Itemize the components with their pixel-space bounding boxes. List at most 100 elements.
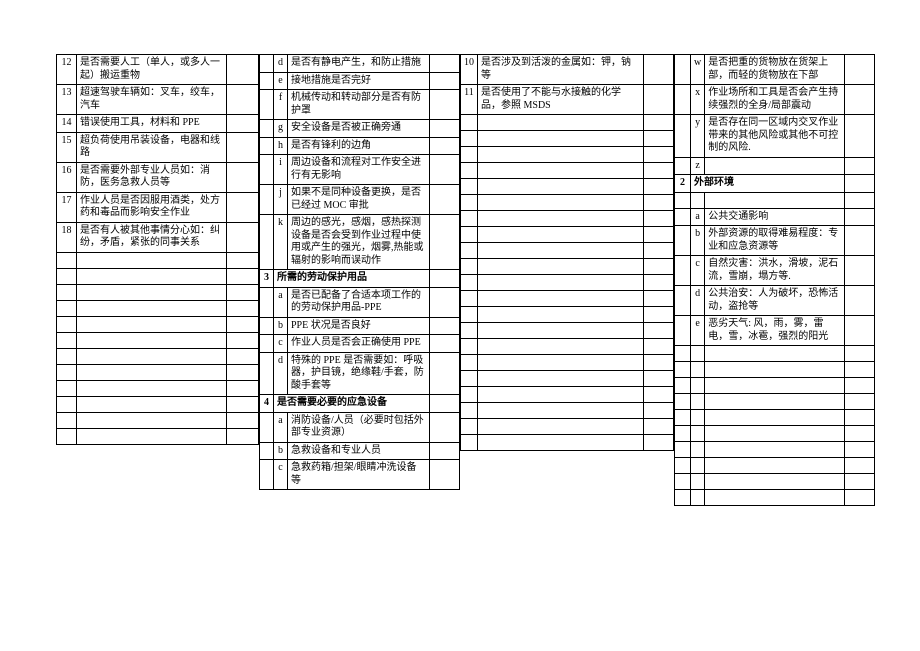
check-cell [227, 412, 259, 428]
section-cell [260, 317, 274, 335]
row-index [461, 259, 478, 275]
check-cell [227, 348, 259, 364]
check-cell [227, 115, 259, 133]
row-index: j [274, 185, 288, 215]
row-text [77, 316, 227, 332]
row-index [461, 355, 478, 371]
table-row: 14错误使用工具，材料和 PPE [57, 115, 259, 133]
row-index: 15 [57, 132, 77, 162]
row-text [478, 339, 644, 355]
row-text [77, 348, 227, 364]
check-cell [644, 323, 674, 339]
row-text [478, 195, 644, 211]
row-text [478, 163, 644, 179]
section-cell [675, 256, 691, 286]
row-text [478, 435, 644, 451]
table-row-blank [57, 364, 259, 380]
row-text [705, 426, 845, 442]
row-text [478, 147, 644, 163]
check-cell [430, 287, 460, 317]
check-cell [430, 442, 460, 460]
table-row: w是否把重的货物放在货架上部，而轻的货物放在下部 [675, 55, 875, 85]
row-index: z [691, 157, 705, 175]
table-row: i周边设备和流程对工作安全进行有无影响 [260, 155, 460, 185]
row-index: g [274, 120, 288, 138]
table-row-blank [461, 307, 674, 323]
section-cell [675, 426, 691, 442]
table-row: b急救设备和专业人员 [260, 442, 460, 460]
row-text: 急救设备和专业人员 [288, 442, 430, 460]
row-text [77, 364, 227, 380]
row-index: y [691, 115, 705, 158]
row-text: 接地措施是否完好 [288, 72, 430, 90]
table-row: y是否存在同一区域内交叉作业带来的其他风险或其他不可控制的风险. [675, 115, 875, 158]
row-index [57, 428, 77, 444]
table-row: d公共治安：人为破坏，恐怖活动，盗抢等 [675, 286, 875, 316]
check-cell [430, 317, 460, 335]
check-cell [845, 175, 875, 193]
section-cell [260, 137, 274, 155]
row-index [691, 458, 705, 474]
row-text [77, 412, 227, 428]
check-cell [644, 163, 674, 179]
row-index [57, 364, 77, 380]
row-index [461, 323, 478, 339]
row-index [461, 435, 478, 451]
check-cell [845, 458, 875, 474]
check-cell [430, 395, 460, 413]
row-index [461, 195, 478, 211]
check-cell [644, 179, 674, 195]
check-cell [227, 162, 259, 192]
row-index: b [274, 317, 288, 335]
row-text [478, 371, 644, 387]
check-cell [644, 131, 674, 147]
row-text [77, 284, 227, 300]
table-row: 15超负荷使用吊装设备，电器和线路 [57, 132, 259, 162]
row-index: 14 [57, 115, 77, 133]
columns: 12是否需要人工（单人，或多人一起）搬运重物13超速驾驶车辆如：叉车，绞车，汽车… [56, 54, 878, 506]
table-row: h是否有锋利的边角 [260, 137, 460, 155]
section-cell [260, 55, 274, 73]
row-text: PPE 状况是否良好 [288, 317, 430, 335]
table-row: a消防设备/人员（必要时包括外部专业资源） [260, 412, 460, 442]
table-row: 18是否有人被其他事情分心如：纠纷，矛盾，紧张的同事关系 [57, 222, 259, 252]
check-cell [644, 195, 674, 211]
check-cell [430, 412, 460, 442]
table-row-blank [675, 378, 875, 394]
section-cell [260, 335, 274, 353]
row-index: c [274, 335, 288, 353]
row-index [57, 348, 77, 364]
table-row-blank [675, 362, 875, 378]
row-text: 是否使用了不能与水接触的化学品，参照 MSDS [478, 85, 644, 115]
table-row-blank [461, 147, 674, 163]
table-row: bPPE 状况是否良好 [260, 317, 460, 335]
table-row-blank [461, 227, 674, 243]
row-index [57, 412, 77, 428]
row-text [478, 227, 644, 243]
row-index: a [691, 208, 705, 226]
table-row-blank [461, 403, 674, 419]
row-index [461, 179, 478, 195]
table-row-blank [57, 396, 259, 412]
check-cell [227, 284, 259, 300]
row-text [478, 419, 644, 435]
row-text [478, 291, 644, 307]
row-index [57, 396, 77, 412]
check-cell [644, 403, 674, 419]
check-cell [845, 410, 875, 426]
section-cell [260, 185, 274, 215]
check-cell [644, 339, 674, 355]
row-text [77, 380, 227, 396]
row-index [57, 380, 77, 396]
row-text: 错误使用工具，材料和 PPE [77, 115, 227, 133]
row-index: d [691, 286, 705, 316]
check-cell [845, 474, 875, 490]
check-cell [845, 115, 875, 158]
row-index: 18 [57, 222, 77, 252]
row-index: x [691, 85, 705, 115]
row-text: 周边设备和流程对工作安全进行有无影响 [288, 155, 430, 185]
row-text: 是否有人被其他事情分心如：纠纷，矛盾，紧张的同事关系 [77, 222, 227, 252]
row-text: 超负荷使用吊装设备，电器和线路 [77, 132, 227, 162]
row-index [691, 192, 705, 208]
section-cell [260, 460, 274, 490]
